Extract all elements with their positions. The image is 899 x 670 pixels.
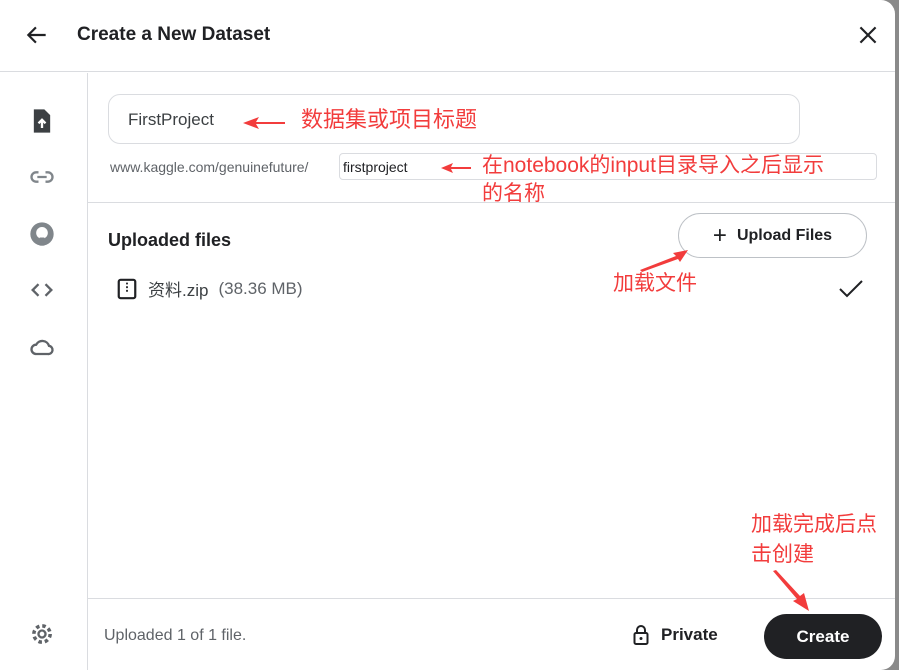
settings-gear-icon[interactable] <box>28 620 56 648</box>
annotation-create-2: 击创建 <box>751 543 814 566</box>
visibility-toggle[interactable]: Private <box>633 625 718 645</box>
visibility-label: Private <box>661 625 718 644</box>
code-icon[interactable] <box>28 276 56 304</box>
link-icon[interactable] <box>28 163 56 191</box>
annotation-arrow <box>773 570 809 611</box>
annotation-arrow <box>640 250 688 272</box>
upload-files-button[interactable]: + Upload Files <box>678 213 867 258</box>
annotation-title: 数据集或项目标题 <box>301 107 478 132</box>
file-upload-icon[interactable] <box>28 107 56 135</box>
dialog-title: Create a New Dataset <box>77 24 271 45</box>
annotation-create-1: 加载完成后点 <box>751 513 877 536</box>
url-prefix: www.kaggle.com/genuinefuture/ <box>110 159 309 175</box>
github-icon[interactable] <box>28 220 56 248</box>
lock-icon <box>633 625 649 645</box>
checkmark-icon <box>839 280 863 298</box>
annotation-slug-2: 的名称 <box>482 182 545 205</box>
file-name: 资料.zip <box>148 281 209 300</box>
annotation-arrow <box>441 163 471 173</box>
plus-icon: + <box>712 221 727 249</box>
zip-file-icon <box>117 278 137 299</box>
file-list-item: 资料.zip (38.36 MB) <box>116 276 303 301</box>
annotation-arrow <box>243 117 285 129</box>
create-button[interactable]: Create <box>764 614 882 659</box>
back-arrow-icon[interactable] <box>24 22 50 48</box>
create-dataset-dialog: Create a New Dataset FirstProject www.ka… <box>0 0 895 670</box>
file-size: (38.36 MB) <box>218 278 303 298</box>
close-icon[interactable] <box>855 22 881 48</box>
annotation-slug-1: 在notebook的input目录导入之后显示 <box>482 154 824 177</box>
upload-status: Uploaded 1 of 1 file. <box>104 627 247 644</box>
uploaded-files-heading: Uploaded files <box>108 230 232 250</box>
upload-files-label: Upload Files <box>736 226 833 244</box>
annotation-upload: 加载文件 <box>613 272 697 295</box>
source-sidebar <box>0 73 88 670</box>
dialog-header: Create a New Dataset <box>0 0 895 72</box>
cloud-icon[interactable] <box>28 333 56 361</box>
